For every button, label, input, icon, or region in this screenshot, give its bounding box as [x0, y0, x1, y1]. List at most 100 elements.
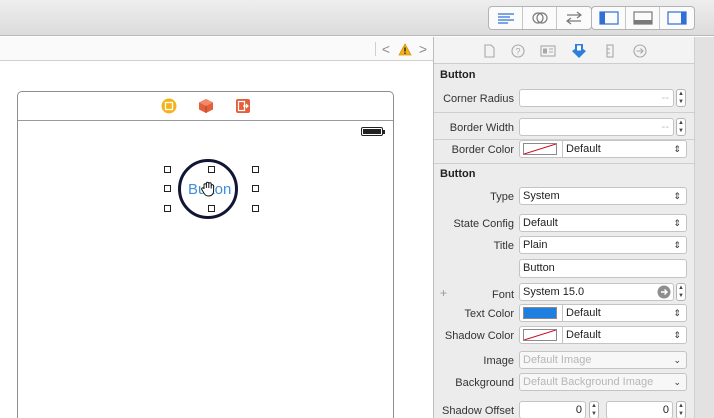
font-value: System 15.0 [523, 286, 585, 298]
border-color-value: Default [566, 143, 601, 155]
grab-hand-cursor-icon [199, 180, 217, 198]
jump-bar: < > [0, 37, 433, 61]
debug-area-icon[interactable] [626, 7, 660, 29]
chevron-updown-icon: ⇕ [673, 191, 681, 201]
border-color-popup[interactable]: Default ⇕ [519, 140, 687, 158]
title-text-field[interactable]: Button [519, 259, 687, 278]
title-text-value: Button [523, 262, 555, 274]
attributes-inspector: ? Button Corner Radius -- ▲ ▼ Border Widt… [434, 37, 694, 418]
shadow-color-value: Default [566, 329, 601, 341]
forward-chevron-icon[interactable]: > [418, 41, 428, 57]
corner-radius-value: -- [661, 92, 669, 104]
chevron-updown-icon: ⇕ [673, 144, 681, 154]
utilities-panel-icon[interactable] [660, 7, 694, 29]
shadow-color-label: Shadow Color [444, 330, 514, 342]
border-width-stepper[interactable]: ▲ ▼ [676, 118, 686, 136]
interface-builder-canvas[interactable]: < > Button [0, 37, 433, 418]
shadow-color-popup[interactable]: Default ⇕ [519, 326, 687, 344]
scene-dock [18, 92, 393, 121]
shadow-offset-label: Shadow Offset [442, 405, 514, 417]
shadow-color-swatch [523, 329, 557, 341]
view-section-title: Button [440, 69, 476, 81]
resize-handle-bottom-left[interactable] [164, 205, 171, 212]
quick-help-icon[interactable]: ? [510, 43, 526, 59]
resize-handle-top-right[interactable] [252, 166, 259, 173]
identity-inspector-icon[interactable] [540, 43, 556, 59]
resize-handle-left[interactable] [164, 185, 171, 192]
chevron-down-icon: ⌄ [673, 355, 681, 365]
back-chevron-icon[interactable]: < [381, 41, 391, 57]
text-color-swatch [523, 307, 557, 319]
assistant-editor-icon[interactable] [523, 7, 557, 29]
font-size-stepper[interactable]: ▲ ▼ [676, 283, 686, 301]
state-config-popup[interactable]: Default ⇕ [519, 214, 687, 232]
inspector-tab-bar: ? [434, 37, 694, 64]
view-controller-scene[interactable] [17, 91, 394, 418]
resize-handle-right[interactable] [252, 185, 259, 192]
background-combo[interactable]: Default Background Image ⌄ [519, 373, 687, 391]
state-config-label: State Config [453, 218, 514, 230]
navigator-panel-icon[interactable] [592, 7, 626, 29]
resize-handle-top[interactable] [208, 166, 215, 173]
corner-radius-label: Corner Radius [443, 93, 514, 105]
first-responder-icon[interactable] [198, 98, 214, 114]
border-width-field[interactable]: -- [519, 118, 674, 136]
font-field[interactable]: System 15.0 [519, 283, 674, 301]
font-picker-icon[interactable] [657, 285, 671, 300]
resize-handle-bottom[interactable] [208, 205, 215, 212]
exit-icon[interactable] [235, 98, 251, 114]
chevron-down-icon: ⌄ [673, 377, 681, 387]
text-color-label: Text Color [464, 308, 514, 320]
shadow-offset-y-stepper[interactable]: ▲ ▼ [676, 401, 686, 418]
shadow-offset-y-value: 0 [662, 404, 669, 416]
view-controller-icon[interactable] [161, 98, 177, 114]
chevron-updown-icon: ⇕ [673, 308, 681, 318]
background-label: Background [455, 377, 514, 389]
jump-bar-separator [375, 42, 376, 56]
text-color-value: Default [566, 307, 601, 319]
file-inspector-icon[interactable] [481, 43, 497, 59]
standard-editor-icon[interactable] [489, 7, 523, 29]
type-popup[interactable]: System ⇕ [519, 187, 687, 205]
title-label: Title [493, 240, 514, 252]
divider [434, 163, 694, 164]
shadow-offset-x-field[interactable]: 0 [519, 401, 586, 418]
title-popup[interactable]: Plain ⇕ [519, 236, 687, 254]
resize-handle-top-left[interactable] [164, 166, 171, 173]
image-combo[interactable]: Default Image ⌄ [519, 351, 687, 369]
size-inspector-icon[interactable] [602, 43, 618, 59]
inspector-scrollbar[interactable] [694, 37, 714, 418]
connections-inspector-icon[interactable] [632, 43, 648, 59]
font-label: Font [491, 289, 514, 301]
resize-handle-bottom-right[interactable] [252, 205, 259, 212]
image-placeholder: Default Image [523, 354, 592, 366]
image-label: Image [483, 355, 514, 367]
corner-radius-field[interactable]: -- [519, 89, 674, 107]
border-color-swatch [523, 143, 557, 155]
svg-text:?: ? [515, 47, 520, 57]
border-width-value: -- [661, 121, 669, 133]
shadow-offset-x-stepper[interactable]: ▲ ▼ [589, 401, 599, 418]
view-toggle-segmented-control [591, 6, 695, 30]
text-color-popup[interactable]: Default ⇕ [519, 304, 687, 322]
chevron-updown-icon: ⇕ [673, 218, 681, 228]
battery-icon [361, 127, 385, 136]
button-section-title: Button [440, 168, 476, 180]
shadow-offset-y-field[interactable]: 0 [606, 401, 673, 418]
border-color-label: Border Color [451, 144, 514, 156]
state-config-value: Default [523, 217, 558, 229]
type-value: System [523, 190, 560, 202]
chevron-updown-icon: ⇕ [673, 240, 681, 250]
background-placeholder: Default Background Image [523, 376, 654, 388]
version-editor-icon[interactable] [557, 7, 591, 29]
warning-triangle-icon[interactable] [397, 41, 413, 57]
divider [434, 112, 694, 113]
editor-mode-segmented-control [488, 6, 592, 30]
shadow-offset-x-value: 0 [575, 404, 582, 416]
corner-radius-stepper[interactable]: ▲ ▼ [676, 89, 686, 107]
window-toolbar [0, 0, 714, 36]
type-label: Type [490, 191, 514, 203]
title-type-value: Plain [523, 239, 548, 251]
chevron-updown-icon: ⇕ [673, 330, 681, 340]
attributes-inspector-icon[interactable] [571, 43, 587, 59]
